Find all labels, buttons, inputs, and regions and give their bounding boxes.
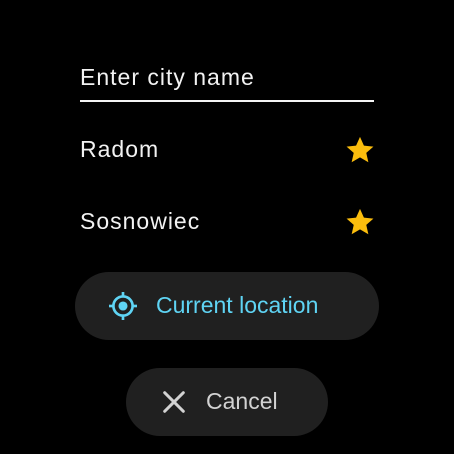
favorite-city-name: Radom <box>80 136 160 162</box>
favorite-city-item[interactable]: Sosnowiec <box>80 200 376 244</box>
gps-fixed-icon <box>109 292 137 320</box>
city-search-field[interactable] <box>80 58 374 102</box>
favorite-city-name: Sosnowiec <box>80 208 201 234</box>
cancel-label: Cancel <box>206 388 278 414</box>
city-picker-screen: Radom Sosnowiec Current location Cancel <box>0 0 454 454</box>
star-icon[interactable] <box>344 134 376 166</box>
favorite-city-item[interactable]: Radom <box>80 128 376 172</box>
cancel-button[interactable]: Cancel <box>126 368 328 436</box>
city-search-input[interactable] <box>80 60 374 94</box>
close-icon <box>163 391 185 413</box>
current-location-button[interactable]: Current location <box>75 272 379 340</box>
star-icon[interactable] <box>344 206 376 238</box>
current-location-label: Current location <box>156 292 319 318</box>
